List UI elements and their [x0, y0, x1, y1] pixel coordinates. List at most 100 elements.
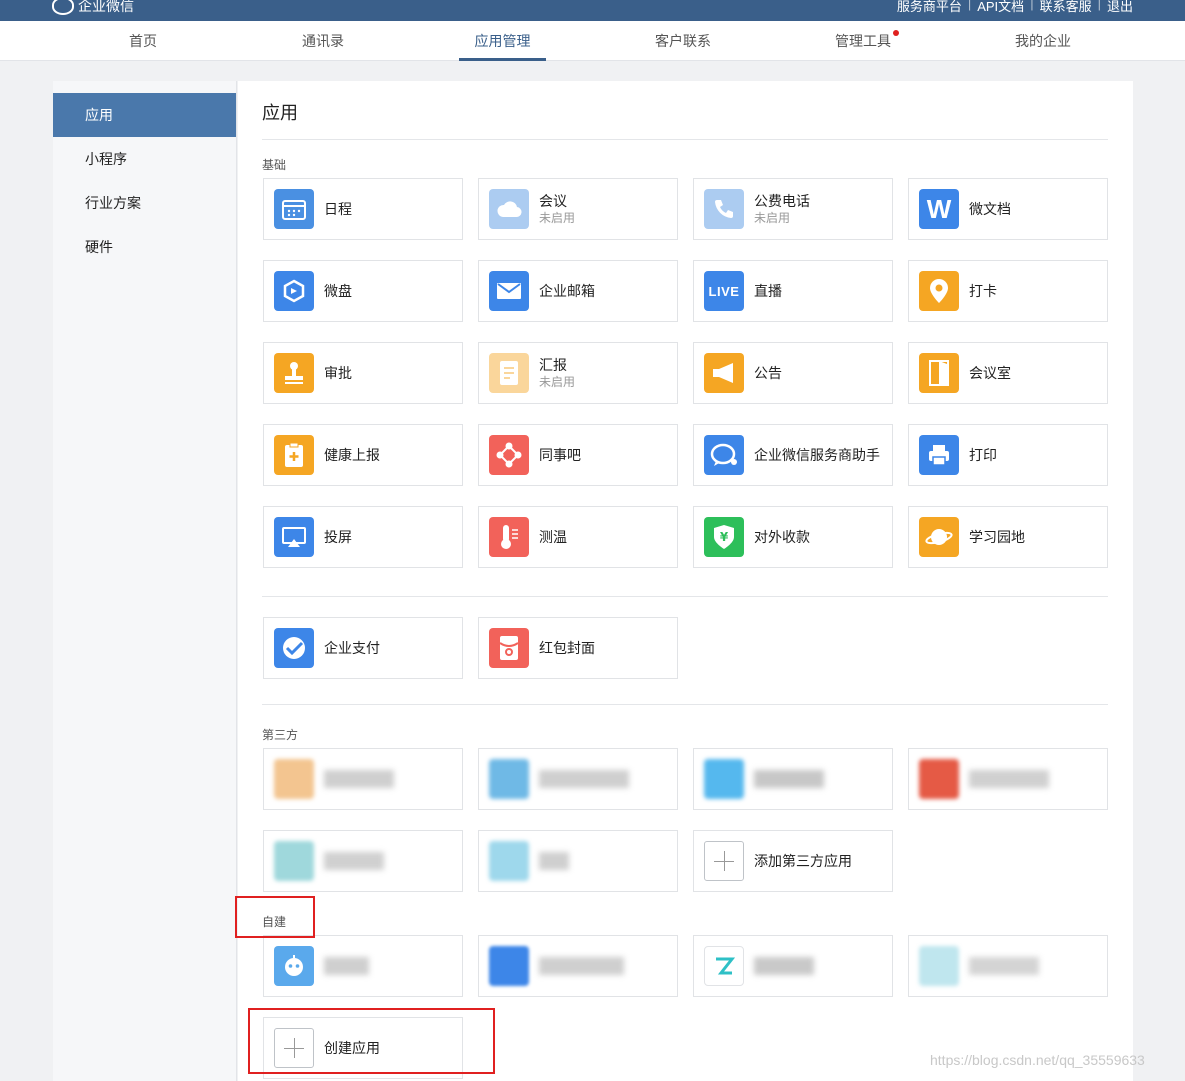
third-party-app-card[interactable]	[478, 748, 678, 810]
svg-text:¥: ¥	[720, 530, 729, 544]
app-icon	[274, 759, 314, 799]
app-name: 测温	[539, 529, 567, 545]
self-built-app-card[interactable]	[478, 935, 678, 997]
obscured-app-name	[754, 770, 824, 788]
app-name: 微文档	[969, 201, 1011, 217]
obscured-app-name	[324, 770, 394, 788]
self-built-app-card[interactable]	[263, 935, 463, 997]
app-name: 红包封面	[539, 640, 595, 656]
app-card-learning[interactable]: 学习园地	[908, 506, 1108, 568]
obscured-app-name	[324, 852, 384, 870]
divider	[262, 139, 1108, 140]
app-card-meeting-room[interactable]: 会议室	[908, 342, 1108, 404]
app-card-service-assistant[interactable]: 企业微信服务商助手	[693, 424, 893, 486]
divider	[262, 704, 1108, 705]
top-bar: 企业微信 服务商平台 | API文档 | 联系客服 | 退出	[0, 0, 1185, 21]
app-card-meeting[interactable]: 会议 未启用	[478, 178, 678, 240]
location-icon	[919, 271, 959, 311]
link-service-platform[interactable]: 服务商平台	[897, 0, 962, 15]
app-icon	[919, 759, 959, 799]
third-party-app-card[interactable]	[263, 748, 463, 810]
app-card-red-packet-cover[interactable]: 红包封面	[478, 617, 678, 679]
notification-dot	[893, 30, 899, 36]
app-status: 未启用	[754, 211, 791, 225]
annotation-box-create-app	[248, 1008, 495, 1074]
stamp-icon	[274, 353, 314, 393]
brand[interactable]: 企业微信	[52, 0, 134, 16]
annotation-box-self-built	[235, 896, 315, 938]
sidebar-item-hardware[interactable]: 硬件	[53, 225, 236, 269]
obscured-app-name	[969, 957, 1039, 975]
cloud-icon	[489, 189, 529, 229]
app-card-docs[interactable]: W 微文档	[908, 178, 1108, 240]
app-name: 公费电话	[754, 193, 810, 209]
network-icon	[489, 435, 529, 475]
app-card-approval[interactable]: 审批	[263, 342, 463, 404]
obscured-app-name	[324, 957, 369, 975]
page-title: 应用	[262, 103, 298, 123]
third-party-app-card[interactable]	[693, 748, 893, 810]
app-name: 健康上报	[324, 447, 380, 463]
wecom-logo-icon	[52, 0, 74, 15]
planet-icon	[919, 517, 959, 557]
app-icon	[489, 841, 529, 881]
app-card-colleague-bar[interactable]: 同事吧	[478, 424, 678, 486]
app-name: 打印	[969, 447, 997, 463]
nav-customer-contact[interactable]: 客户联系	[638, 21, 728, 61]
app-card-health-report[interactable]: 健康上报	[263, 424, 463, 486]
chat-icon	[704, 435, 744, 475]
self-built-app-card[interactable]	[693, 935, 893, 997]
app-name: 企业微信服务商助手	[754, 447, 880, 463]
main-nav: 首页 通讯录 应用管理 客户联系 管理工具 我的企业	[0, 21, 1185, 61]
app-card-report[interactable]: 汇报 未启用	[478, 342, 678, 404]
calendar-icon	[274, 189, 314, 229]
report-icon	[489, 353, 529, 393]
sidebar-item-industry-solutions[interactable]: 行业方案	[53, 181, 236, 225]
app-name: 对外收款	[754, 529, 810, 545]
disk-icon	[274, 271, 314, 311]
nav-app-management[interactable]: 应用管理	[459, 21, 546, 61]
app-name: 学习园地	[969, 529, 1025, 545]
app-name: 投屏	[324, 529, 352, 545]
app-card-temperature[interactable]: 测温	[478, 506, 678, 568]
app-card-screen-cast[interactable]: 投屏	[263, 506, 463, 568]
plus-icon	[704, 841, 744, 881]
add-third-party-app-button[interactable]: 添加第三方应用	[693, 830, 893, 892]
app-card-email[interactable]: 企业邮箱	[478, 260, 678, 322]
screen-cast-icon	[274, 517, 314, 557]
link-logout[interactable]: 退出	[1107, 0, 1133, 15]
app-name: 会议	[539, 193, 567, 209]
app-card-schedule[interactable]: 日程	[263, 178, 463, 240]
third-party-app-card[interactable]	[908, 748, 1108, 810]
pay-check-icon	[274, 628, 314, 668]
app-card-wedrive[interactable]: 微盘	[263, 260, 463, 322]
divider	[262, 596, 1108, 597]
link-api-docs[interactable]: API文档	[977, 0, 1024, 15]
yuan-shield-icon: ¥	[704, 517, 744, 557]
nav-my-company[interactable]: 我的企业	[998, 21, 1088, 61]
app-card-checkin[interactable]: 打卡	[908, 260, 1108, 322]
nav-management-tools[interactable]: 管理工具	[818, 21, 908, 61]
nav-contacts[interactable]: 通讯录	[278, 21, 368, 61]
app-name: 直播	[754, 283, 782, 299]
third-party-app-card[interactable]	[263, 830, 463, 892]
app-card-announcement[interactable]: 公告	[693, 342, 893, 404]
nav-home[interactable]: 首页	[98, 21, 188, 61]
self-built-app-card[interactable]	[908, 935, 1108, 997]
red-packet-icon	[489, 628, 529, 668]
app-card-live[interactable]: LIVE 直播	[693, 260, 893, 322]
obscured-app-name	[969, 770, 1049, 788]
w-doc-icon: W	[919, 189, 959, 229]
app-card-print[interactable]: 打印	[908, 424, 1108, 486]
sidebar-item-mini-programs[interactable]: 小程序	[53, 137, 236, 181]
link-contact-support[interactable]: 联系客服	[1040, 0, 1092, 15]
app-name: 审批	[324, 365, 352, 381]
app-card-external-payment[interactable]: ¥ 对外收款	[693, 506, 893, 568]
sidebar-item-apps[interactable]: 应用	[53, 93, 236, 137]
app-card-paid-phone[interactable]: 公费电话 未启用	[693, 178, 893, 240]
app-card-enterprise-pay[interactable]: 企业支付	[263, 617, 463, 679]
door-icon	[919, 353, 959, 393]
main-panel: 应用 基础 日程 会议 未启用 公费电话 未启用 W 微文档 微盘 企业邮箱 L…	[238, 81, 1133, 1081]
third-party-app-card[interactable]	[478, 830, 678, 892]
add-third-party-label: 添加第三方应用	[754, 853, 852, 869]
